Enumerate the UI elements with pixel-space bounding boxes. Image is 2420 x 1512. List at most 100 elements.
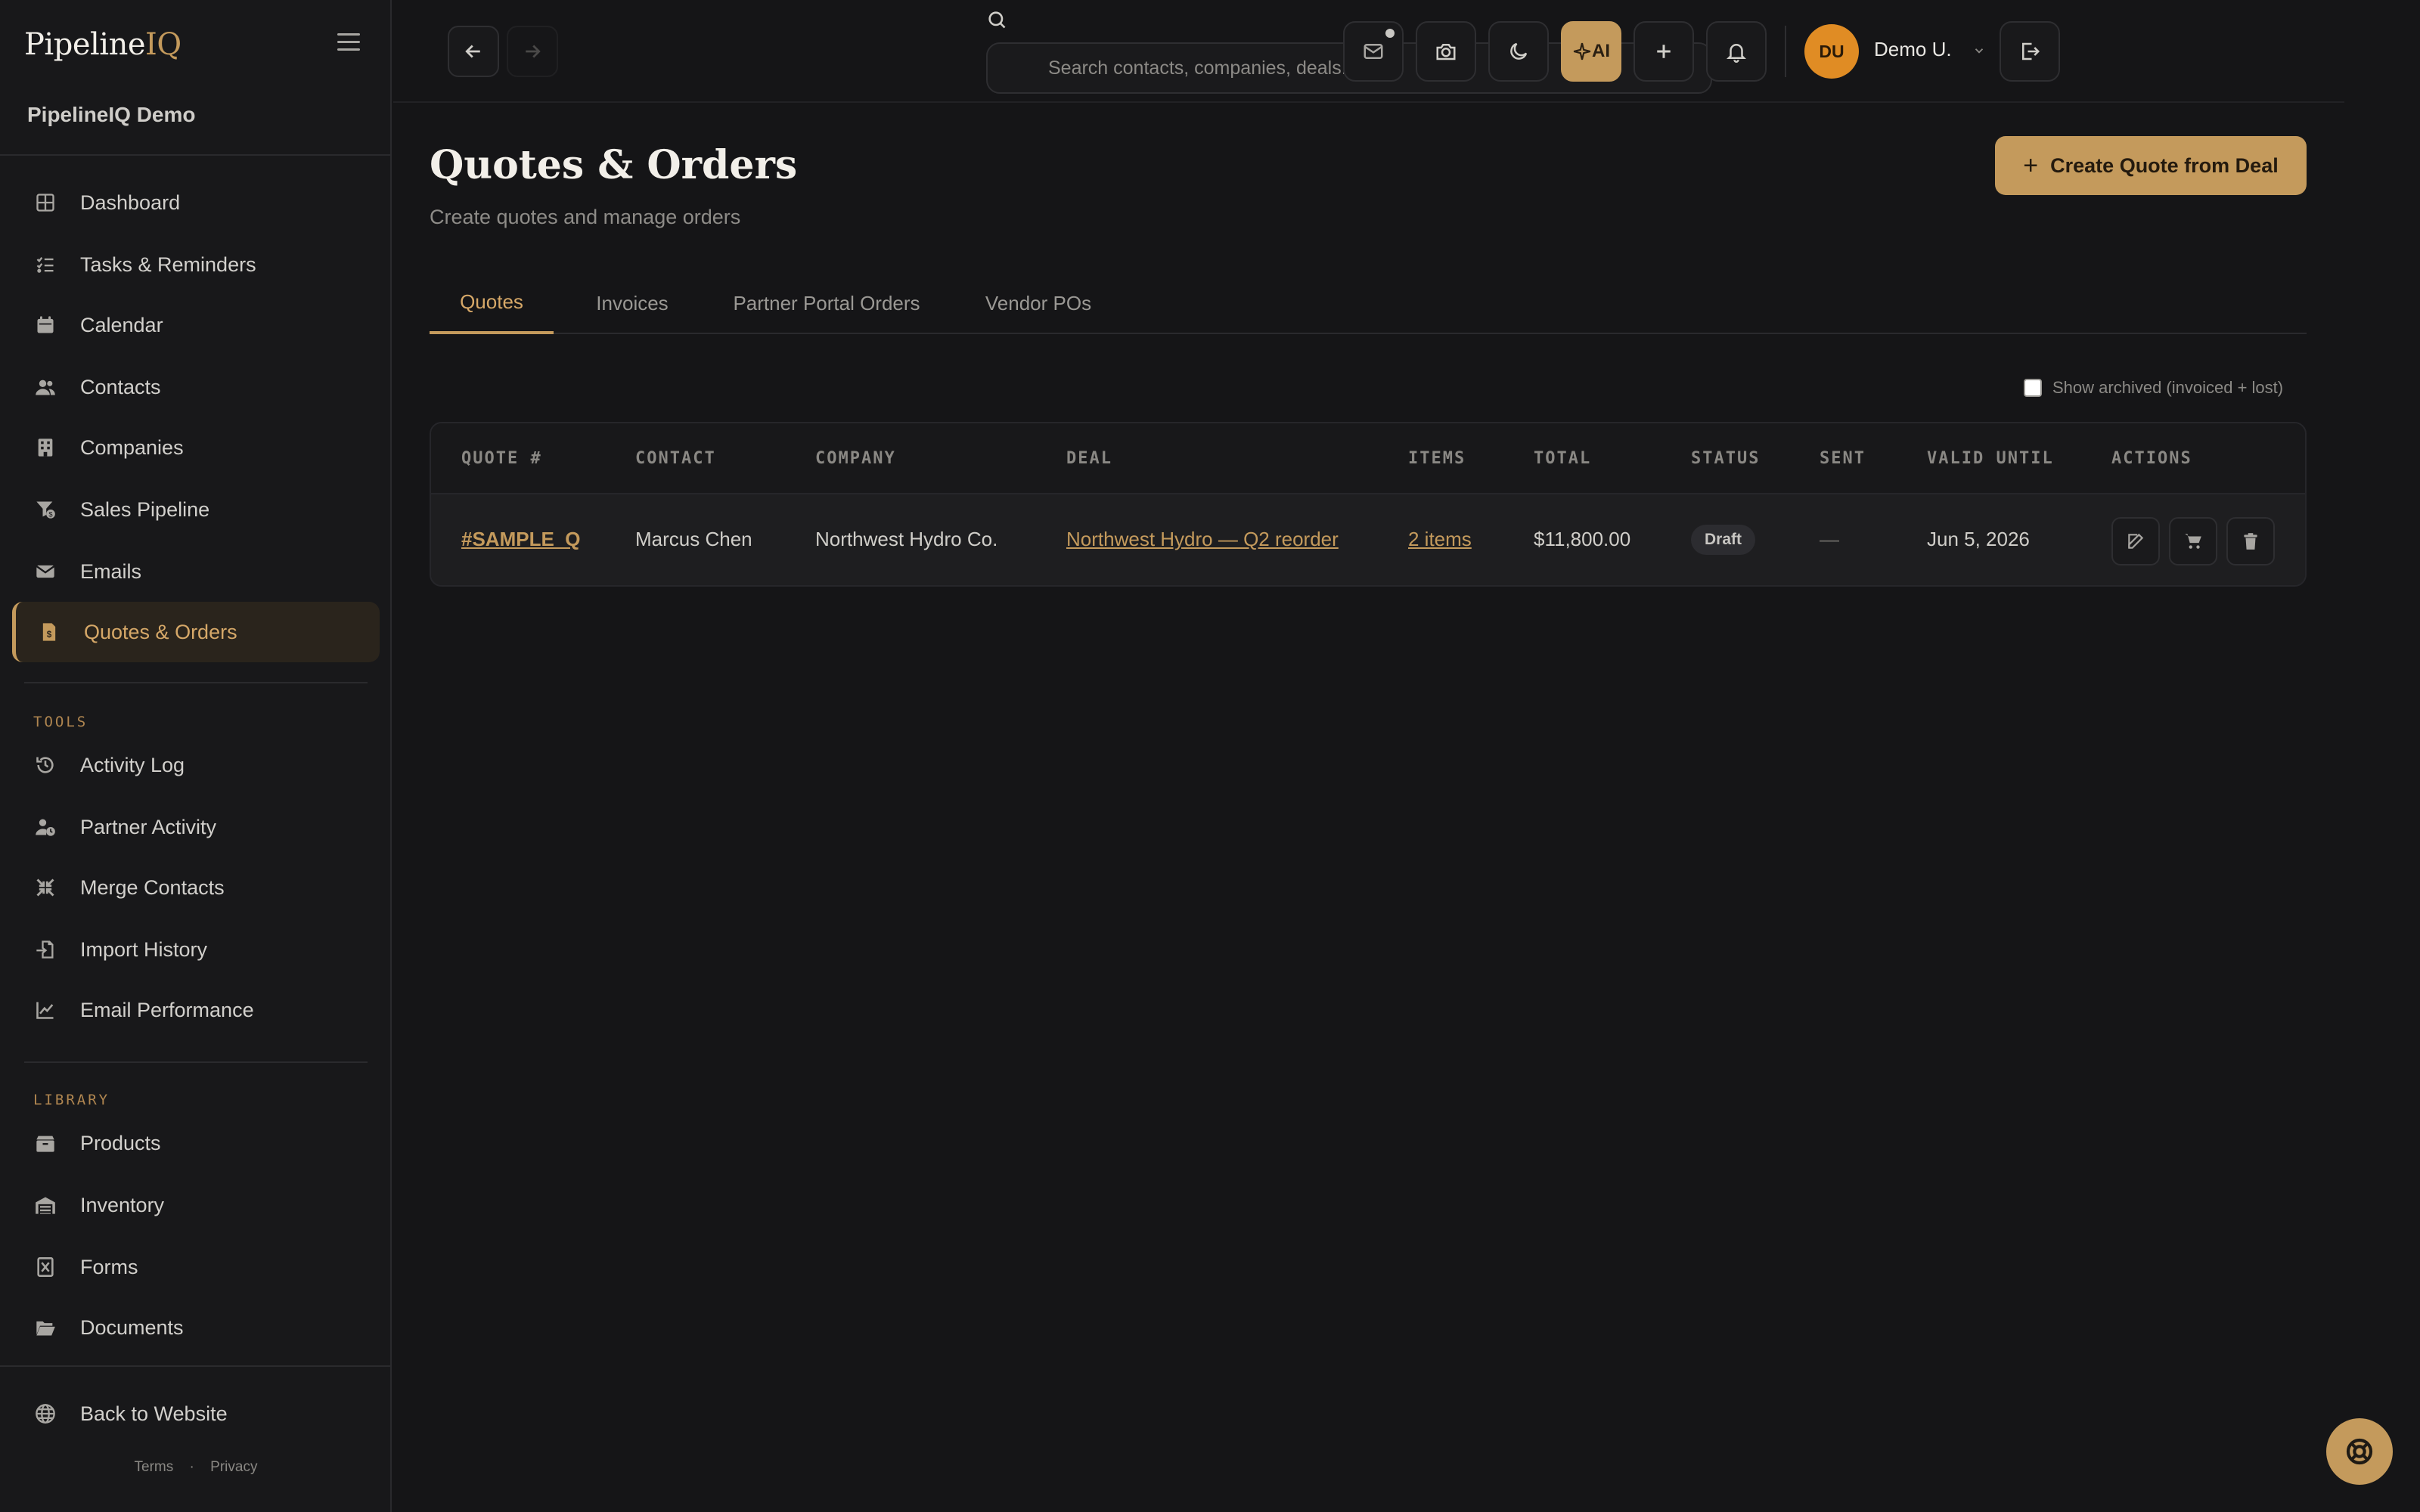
sidebar-item-label: Tasks & Reminders	[80, 253, 256, 276]
sidebar-item-dashboard[interactable]: Dashboard	[12, 172, 380, 233]
sidebar-item-sales-pipeline[interactable]: $ Sales Pipeline	[12, 479, 380, 540]
sidebar-item-label: Inventory	[80, 1193, 165, 1216]
tab-partner-portal-orders[interactable]: Partner Portal Orders	[717, 272, 936, 334]
sidebar-item-inventory[interactable]: Inventory	[12, 1175, 380, 1235]
show-archived-toggle[interactable]: Show archived (invoiced + lost)	[2024, 378, 2283, 398]
total-cell: $11,800.00	[1534, 528, 1631, 550]
edit-quote-button[interactable]	[2111, 517, 2160, 565]
user-name[interactable]: Demo U.	[1874, 38, 1952, 61]
help-button[interactable]	[2326, 1418, 2393, 1485]
sidebar-footer: Terms · Privacy	[0, 1459, 392, 1476]
column-header-sent[interactable]: SENT	[1820, 449, 1866, 468]
search-placeholder: Search contacts, companies, deals...	[1048, 57, 1357, 79]
search-icon	[988, 11, 1006, 29]
company-cell: Northwest Hydro Co.	[815, 528, 998, 550]
column-header-status[interactable]: STATUS	[1691, 449, 1760, 468]
column-header-valid-until[interactable]: VALID UNTIL	[1927, 449, 2054, 468]
status-badge: Draft	[1691, 525, 1756, 555]
sidebar-item-partner-activity[interactable]: Partner Activity	[12, 797, 380, 857]
sidebar-item-label: Dashboard	[80, 191, 181, 214]
sidebar-divider	[0, 1365, 392, 1367]
forward-button[interactable]	[507, 26, 558, 77]
sidebar-item-documents[interactable]: Documents	[12, 1297, 380, 1358]
sidebar-item-merge-contacts[interactable]: Merge Contacts	[12, 857, 380, 918]
quote-number-link[interactable]: #SAMPLE_Q	[461, 528, 581, 551]
svg-text:$: $	[47, 630, 52, 640]
table-row[interactable]: #SAMPLE_Q Marcus Chen Northwest Hydro Co…	[431, 494, 2305, 585]
camera-button[interactable]	[1416, 21, 1476, 82]
svg-text:$: $	[48, 510, 53, 518]
tools-section-label: TOOLS	[33, 714, 88, 730]
delete-quote-button[interactable]	[2226, 517, 2275, 565]
convert-to-order-button[interactable]	[2169, 517, 2217, 565]
moon-icon	[1510, 42, 1528, 60]
sidebar-item-products[interactable]: Products	[12, 1113, 380, 1173]
sidebar-item-activity-log[interactable]: Activity Log	[12, 735, 380, 795]
avatar[interactable]: DU	[1804, 24, 1859, 79]
funnel-icon: $	[35, 499, 56, 520]
ai-assistant-button[interactable]: AI	[1561, 21, 1621, 82]
sidebar-item-label: Calendar	[80, 313, 163, 336]
org-name: PipelineIQ Demo	[27, 103, 196, 126]
privacy-link[interactable]: Privacy	[210, 1459, 257, 1475]
brand-logo[interactable]: PipelineIQ	[24, 27, 182, 62]
logout-icon	[2022, 42, 2040, 60]
tab-vendor-pos[interactable]: Vendor POs	[966, 272, 1110, 334]
inbox-button[interactable]	[1343, 21, 1404, 82]
back-button[interactable]	[448, 26, 499, 77]
deal-link[interactable]: Northwest Hydro — Q2 reorder	[1066, 528, 1339, 551]
sidebar-item-emails[interactable]: Emails	[12, 541, 380, 602]
contact-cell: Marcus Chen	[635, 528, 752, 550]
create-quote-label: Create Quote from Deal	[2050, 153, 2279, 177]
warehouse-icon	[35, 1194, 56, 1216]
back-to-website-link[interactable]: Back to Website	[12, 1383, 380, 1444]
create-quote-button[interactable]: + Create Quote from Deal	[1995, 136, 2307, 195]
column-header-contact[interactable]: CONTACT	[635, 449, 716, 468]
sidebar-item-quotes-orders[interactable]: $ Quotes & Orders	[12, 602, 380, 662]
cart-icon	[2185, 534, 2201, 549]
column-header-company[interactable]: COMPANY	[815, 449, 896, 468]
sidebar-item-calendar[interactable]: Calendar	[12, 295, 380, 355]
sidebar-item-forms[interactable]: Forms	[12, 1237, 380, 1297]
sidebar-item-label: Email Performance	[80, 998, 254, 1021]
sent-cell: —	[1820, 528, 1839, 550]
sidebar-item-label: Companies	[80, 435, 184, 459]
show-archived-checkbox[interactable]	[2024, 379, 2042, 397]
column-header-items[interactable]: ITEMS	[1408, 449, 1466, 468]
envelope-icon	[35, 561, 56, 582]
sidebar-item-label: Emails	[80, 559, 142, 583]
sidebar-item-email-performance[interactable]: Email Performance	[12, 980, 380, 1040]
sidebar-item-label: Documents	[80, 1315, 184, 1339]
theme-toggle-button[interactable]	[1488, 21, 1549, 82]
sidebar-item-label: Sales Pipeline	[80, 497, 210, 521]
terms-link[interactable]: Terms	[135, 1459, 174, 1475]
plus-icon: +	[2023, 150, 2039, 180]
arrow-right-icon	[526, 45, 541, 58]
menu-toggle-icon[interactable]	[337, 33, 360, 51]
column-header-quote[interactable]: QUOTE #	[461, 449, 542, 468]
column-header-total[interactable]: TOTAL	[1534, 449, 1591, 468]
items-link[interactable]: 2 items	[1408, 528, 1472, 551]
mail-icon	[1364, 44, 1383, 59]
footer-separator: ·	[189, 1459, 194, 1475]
ai-label: AI	[1592, 41, 1610, 61]
tasks-icon	[35, 254, 56, 275]
plus-icon	[1657, 45, 1671, 58]
column-header-deal[interactable]: DEAL	[1066, 449, 1112, 468]
tab-invoices[interactable]: Invoices	[578, 272, 687, 334]
invoice-icon: $	[39, 621, 60, 643]
user-clock-icon	[35, 816, 56, 838]
calendar-icon	[35, 314, 56, 336]
sidebar-item-companies[interactable]: Companies	[12, 417, 380, 478]
logout-button[interactable]	[2000, 21, 2060, 82]
sidebar-item-tasks[interactable]: Tasks & Reminders	[12, 234, 380, 295]
quotes-table: QUOTE # CONTACT COMPANY DEAL ITEMS TOTAL…	[430, 422, 2307, 587]
sidebar-item-import-history[interactable]: Import History	[12, 919, 380, 980]
chevron-down-icon[interactable]	[1972, 44, 1986, 57]
dashboard-icon	[35, 192, 56, 213]
tab-quotes[interactable]: Quotes	[430, 272, 554, 334]
notifications-button[interactable]	[1706, 21, 1767, 82]
sidebar-item-contacts[interactable]: Contacts	[12, 357, 380, 417]
quick-add-button[interactable]	[1634, 21, 1694, 82]
contacts-icon	[35, 376, 56, 398]
